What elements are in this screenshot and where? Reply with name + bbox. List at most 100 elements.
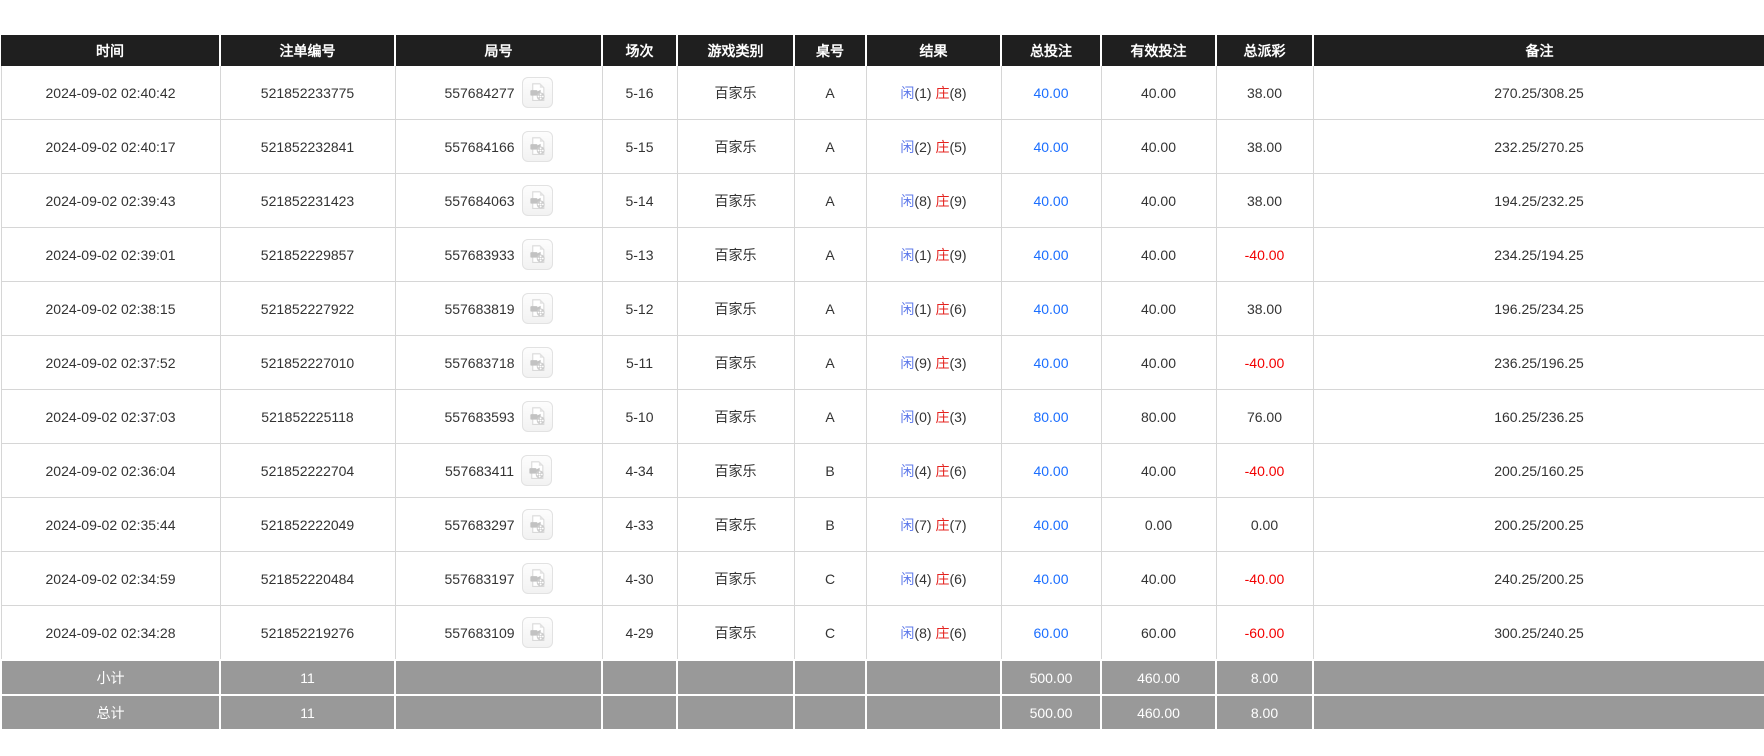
- table-row: 2024-09-02 02:36:04 521852222704 5576834…: [1, 444, 1764, 498]
- banker-result-label: 庄: [935, 193, 949, 209]
- video-replay-button[interactable]: [522, 239, 553, 270]
- cell-total-bet: 60.00: [1001, 606, 1101, 661]
- column-header: 有效投注: [1101, 35, 1216, 66]
- cell-bet-id: 521852231423: [220, 174, 395, 228]
- cell-result: 闲(7) 庄(7): [866, 498, 1001, 552]
- cell-session: 5-16: [602, 66, 677, 120]
- table-body: 2024-09-02 02:40:42 521852233775 5576842…: [1, 66, 1764, 660]
- video-replay-button[interactable]: [522, 293, 553, 324]
- summary-row: 小计 11 500.00 460.00 8.00: [1, 660, 1764, 695]
- column-header: 局号: [395, 35, 602, 66]
- table-header-row: 时间 注单编号 局号 场次 游戏类别 桌号 结果 总投注 有效投注 总派彩 备注: [1, 35, 1764, 66]
- cell-game-type: 百家乐: [677, 120, 794, 174]
- video-replay-button[interactable]: [522, 185, 553, 216]
- cell-round-id: 557683297: [395, 498, 602, 552]
- player-result-label: 闲: [900, 409, 914, 425]
- cell-game-type: 百家乐: [677, 174, 794, 228]
- cell-remark: 232.25/270.25: [1313, 120, 1764, 174]
- bet-history-page: 时间 注单编号 局号 场次 游戏类别 桌号 结果 总投注 有效投注 总派彩 备注…: [0, 0, 1764, 731]
- cell-round-id: 557684063: [395, 174, 602, 228]
- cell-round-id: 557683109: [395, 606, 602, 661]
- player-result-score: (8): [914, 625, 931, 641]
- cell-bet-id: 521852225118: [220, 390, 395, 444]
- video-replay-icon: [528, 353, 547, 372]
- video-replay-button[interactable]: [522, 401, 553, 432]
- cell-remark: 234.25/194.25: [1313, 228, 1764, 282]
- video-replay-button[interactable]: [522, 509, 553, 540]
- player-result-label: 闲: [900, 193, 914, 209]
- round-id-text: 557683411: [445, 463, 514, 479]
- cell-table-no: A: [794, 66, 866, 120]
- summary-empty-cell: [1313, 695, 1764, 730]
- cell-time: 2024-09-02 02:39:01: [1, 228, 220, 282]
- video-replay-button[interactable]: [522, 617, 553, 648]
- cell-remark: 194.25/232.25: [1313, 174, 1764, 228]
- cell-total-bet: 40.00: [1001, 552, 1101, 606]
- player-result-score: (1): [914, 85, 931, 101]
- banker-result-label: 庄: [935, 409, 949, 425]
- player-result-label: 闲: [900, 463, 914, 479]
- cell-round-id: 557683593: [395, 390, 602, 444]
- summary-empty-cell: [677, 660, 794, 695]
- cell-time: 2024-09-02 02:39:43: [1, 174, 220, 228]
- cell-time: 2024-09-02 02:37:03: [1, 390, 220, 444]
- round-id-text: 557683593: [444, 409, 514, 425]
- cell-round-id: 557683933: [395, 228, 602, 282]
- video-replay-button[interactable]: [522, 563, 553, 594]
- cell-game-type: 百家乐: [677, 498, 794, 552]
- table-row: 2024-09-02 02:39:01 521852229857 5576839…: [1, 228, 1764, 282]
- cell-result: 闲(8) 庄(9): [866, 174, 1001, 228]
- cell-payout: -60.00: [1216, 606, 1313, 661]
- cell-time: 2024-09-02 02:34:28: [1, 606, 220, 661]
- cell-valid-bet: 40.00: [1101, 282, 1216, 336]
- cell-remark: 236.25/196.25: [1313, 336, 1764, 390]
- round-id-text: 557683109: [444, 625, 514, 641]
- cell-session: 4-29: [602, 606, 677, 661]
- table-row: 2024-09-02 02:34:28 521852219276 5576831…: [1, 606, 1764, 661]
- video-replay-button[interactable]: [522, 77, 553, 108]
- summary-empty-cell: [395, 660, 602, 695]
- column-header: 结果: [866, 35, 1001, 66]
- cell-total-bet: 80.00: [1001, 390, 1101, 444]
- cell-result: 闲(0) 庄(3): [866, 390, 1001, 444]
- summary-empty-cell: [794, 660, 866, 695]
- banker-result-score: (6): [949, 463, 966, 479]
- cell-session: 4-30: [602, 552, 677, 606]
- cell-payout: -40.00: [1216, 552, 1313, 606]
- cell-game-type: 百家乐: [677, 228, 794, 282]
- cell-time: 2024-09-02 02:36:04: [1, 444, 220, 498]
- summary-empty-cell: [602, 660, 677, 695]
- summary-empty-cell: [677, 695, 794, 730]
- column-header: 时间: [1, 35, 220, 66]
- cell-result: 闲(1) 庄(8): [866, 66, 1001, 120]
- banker-result-score: (3): [949, 409, 966, 425]
- column-header: 游戏类别: [677, 35, 794, 66]
- cell-bet-id: 521852229857: [220, 228, 395, 282]
- round-id-text: 557683819: [444, 301, 514, 317]
- cell-result: 闲(2) 庄(5): [866, 120, 1001, 174]
- summary-row: 总计 11 500.00 460.00 8.00: [1, 695, 1764, 730]
- cell-remark: 160.25/236.25: [1313, 390, 1764, 444]
- video-replay-button[interactable]: [521, 455, 552, 486]
- cell-result: 闲(9) 庄(3): [866, 336, 1001, 390]
- summary-valid-bet: 460.00: [1101, 695, 1216, 730]
- cell-remark: 300.25/240.25: [1313, 606, 1764, 661]
- cell-table-no: A: [794, 336, 866, 390]
- video-replay-button[interactable]: [522, 131, 553, 162]
- cell-session: 5-15: [602, 120, 677, 174]
- cell-total-bet: 40.00: [1001, 498, 1101, 552]
- cell-payout: 38.00: [1216, 174, 1313, 228]
- cell-time: 2024-09-02 02:40:17: [1, 120, 220, 174]
- cell-session: 5-11: [602, 336, 677, 390]
- cell-table-no: A: [794, 282, 866, 336]
- column-header: 备注: [1313, 35, 1764, 66]
- cell-session: 5-14: [602, 174, 677, 228]
- player-result-score: (9): [914, 355, 931, 371]
- cell-valid-bet: 80.00: [1101, 390, 1216, 444]
- player-result-score: (0): [914, 409, 931, 425]
- video-replay-button[interactable]: [522, 347, 553, 378]
- summary-label: 小计: [1, 660, 220, 695]
- cell-payout: 38.00: [1216, 66, 1313, 120]
- cell-valid-bet: 40.00: [1101, 174, 1216, 228]
- cell-time: 2024-09-02 02:37:52: [1, 336, 220, 390]
